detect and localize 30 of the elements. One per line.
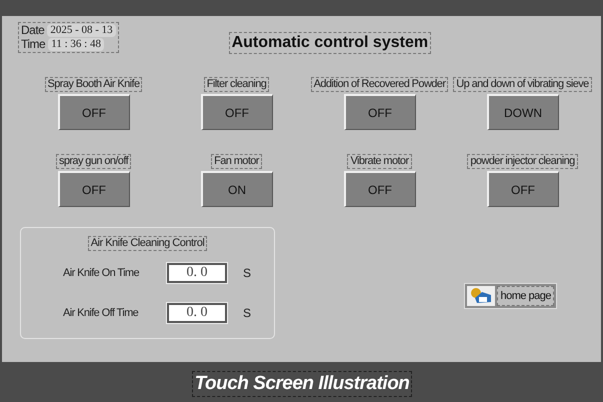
- control-label: Vibrate motor: [347, 154, 412, 169]
- toggle-button[interactable]: OFF: [486, 171, 558, 207]
- unit-label: S: [243, 265, 252, 282]
- toggle-button[interactable]: OFF: [344, 171, 416, 207]
- control-label: powder injector cleaning: [467, 154, 578, 169]
- control-label: Addition of Recovered Powder: [310, 77, 448, 92]
- time-input-field[interactable]: 0. 0: [167, 263, 227, 283]
- field-label: Air Knife On Time: [63, 266, 140, 281]
- control-label: Filter cleaning: [204, 77, 270, 92]
- time-input-field[interactable]: 0. 0: [167, 303, 227, 323]
- control-label: Fan motor: [211, 154, 262, 169]
- toggle-button[interactable]: DOWN: [486, 94, 558, 130]
- unit-label: S: [243, 305, 252, 322]
- toggle-button[interactable]: OFF: [344, 94, 416, 130]
- date-value: 2025 - 08 - 13: [47, 24, 116, 37]
- caption: Touch Screen Illustration: [192, 371, 412, 397]
- panel-title: Air Knife Cleaning Control: [88, 236, 208, 251]
- toggle-button[interactable]: OFF: [58, 171, 130, 207]
- time-value: 11 : 36 : 48: [48, 38, 104, 51]
- home-page-button[interactable]: home page: [464, 283, 557, 309]
- date-label: Date: [21, 24, 44, 37]
- time-label: Time: [21, 38, 46, 51]
- control-label: spray gun on/off: [56, 154, 132, 169]
- control-label: Up and down of vibrating sieve: [453, 77, 592, 92]
- field-label: Air Knife Off Time: [63, 306, 140, 321]
- toggle-button[interactable]: ON: [200, 171, 272, 207]
- screen-title: Automatic control system: [228, 32, 432, 54]
- toggle-button[interactable]: OFF: [58, 94, 130, 130]
- control-label: Spray Booth Air Knife: [44, 77, 142, 92]
- toggle-button[interactable]: OFF: [200, 94, 272, 130]
